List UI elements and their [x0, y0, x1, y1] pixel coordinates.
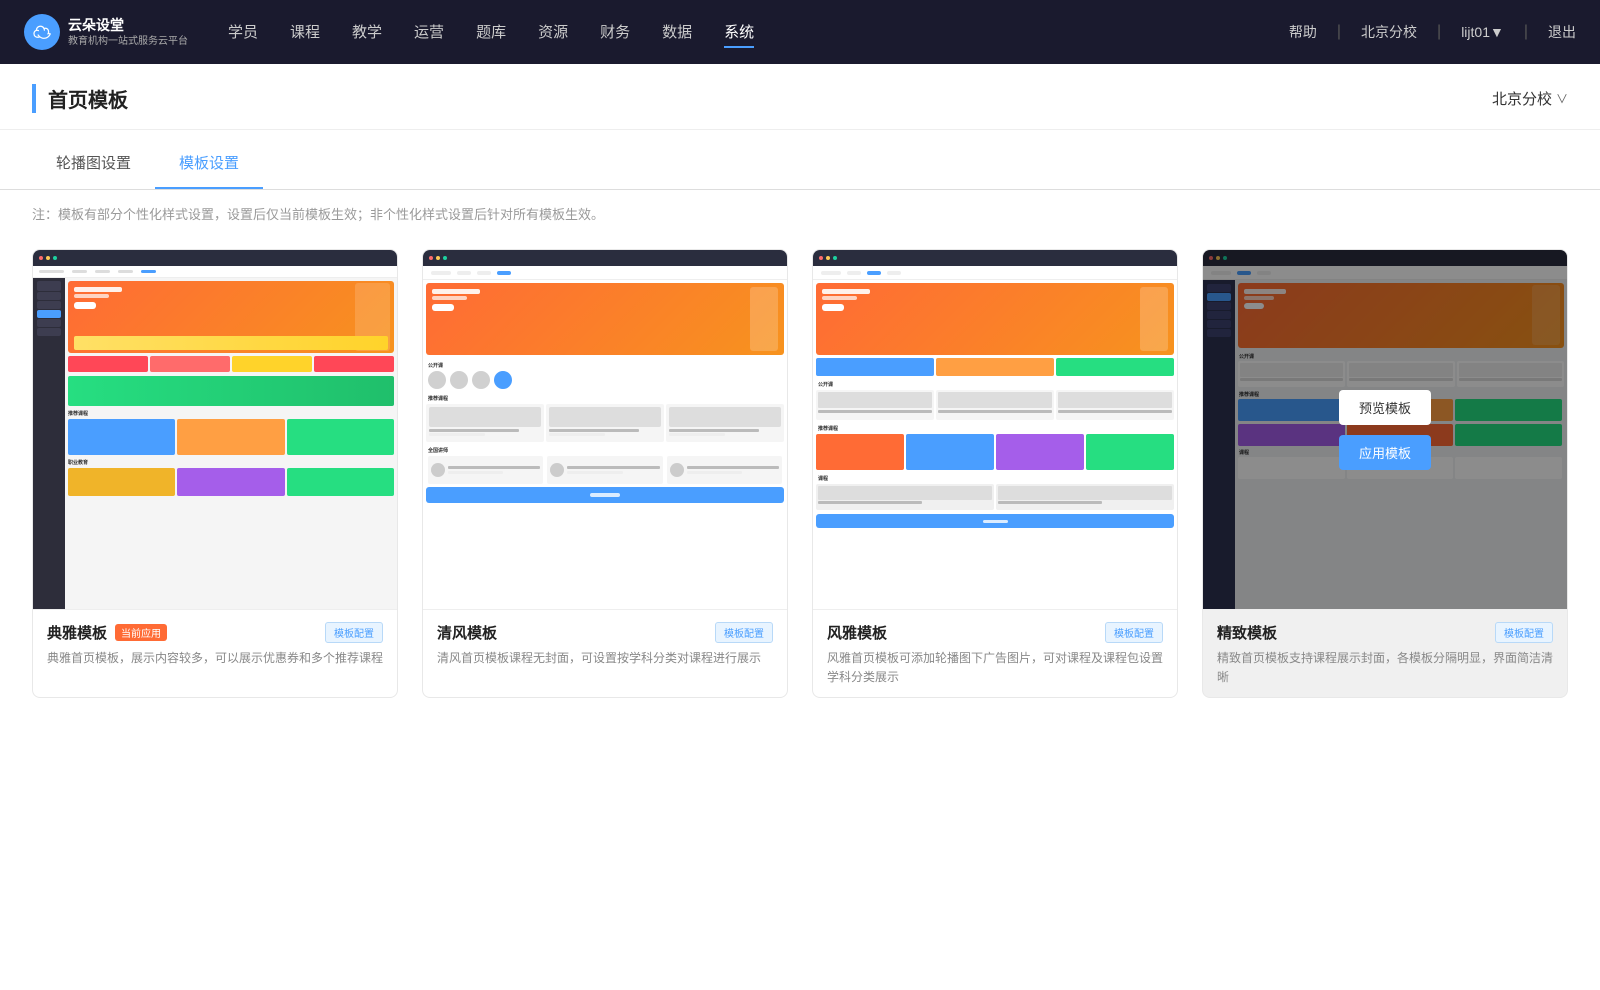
preview-btn-qingfeng[interactable]: 预览模板: [559, 390, 651, 425]
preview-btn-fengya[interactable]: 预览模板: [949, 390, 1041, 425]
template-footer-qingfeng: 清风模板 模板配置 清风首页模板课程无封面，可设置按学科分类对课程进行展示: [423, 610, 787, 678]
notice-text: 注：模板有部分个性化样式设置，设置后仅当前模板生效；非个性化样式设置后针对所有模…: [0, 190, 1600, 237]
nav-item-finance[interactable]: 财务: [600, 17, 630, 48]
logo-line1: 云朵设堂: [68, 16, 188, 34]
nav-item-courses[interactable]: 课程: [290, 17, 320, 48]
template-card-dianyan: 推荐课程 职业教育: [32, 249, 398, 698]
template-name-dianyan: 典雅模板: [47, 622, 107, 643]
template-card-fengya: 公开课: [812, 249, 1178, 698]
template-card-qingfeng: 公开课 推荐课程: [422, 249, 788, 698]
tab-template[interactable]: 模板设置: [155, 138, 263, 189]
template-preview-jingzhi: 公开课: [1203, 250, 1567, 610]
tab-bar: 轮播图设置 模板设置: [0, 138, 1600, 190]
apply-btn-dianyan[interactable]: 应用模板: [169, 435, 261, 470]
template-overlay-jingzhi: 预览模板 应用模板: [1203, 250, 1567, 609]
badge-config-fengya[interactable]: 模板配置: [1105, 622, 1163, 643]
preview-btn-dianyan[interactable]: 预览模板: [169, 390, 261, 425]
nav-item-system[interactable]: 系统: [724, 17, 754, 48]
nav-branch[interactable]: 北京分校: [1361, 22, 1417, 42]
badge-current-dianyan: 当前应用: [115, 624, 167, 641]
nav-item-data[interactable]: 数据: [662, 17, 692, 48]
template-desc-dianyan: 典雅首页模板，展示内容较多，可以展示优惠券和多个推荐课程: [47, 649, 383, 668]
nav-item-teaching[interactable]: 教学: [352, 17, 382, 48]
logo-line2: 教育机构一站式服务云平台: [68, 35, 188, 48]
template-name-fengya: 风雅模板: [827, 622, 887, 643]
template-desc-jingzhi: 精致首页模板支持课程展示封面，各模板分隔明显，界面简洁清晰: [1217, 649, 1553, 687]
template-footer-dianyan: 典雅模板 当前应用 模板配置 典雅首页模板，展示内容较多，可以展示优惠券和多个推…: [33, 610, 397, 678]
template-footer-fengya: 风雅模板 模板配置 风雅首页模板可添加轮播图下广告图片，可对课程及课程包设置学科…: [813, 610, 1177, 697]
nav-logout[interactable]: 退出: [1548, 22, 1576, 42]
apply-btn-fengya[interactable]: 应用模板: [949, 435, 1041, 470]
template-desc-fengya: 风雅首页模板可添加轮播图下广告图片，可对课程及课程包设置学科分类展示: [827, 649, 1163, 687]
template-name-row-jingzhi: 精致模板 模板配置: [1217, 622, 1553, 643]
nav-item-questions[interactable]: 题库: [476, 17, 506, 48]
template-name-qingfeng: 清风模板: [437, 622, 497, 643]
page-header: 首页模板 北京分校 ∨: [0, 64, 1600, 130]
logo-text: 云朵设堂 教育机构一站式服务云平台: [68, 16, 188, 47]
templates-grid: 推荐课程 职业教育: [0, 237, 1600, 738]
main-page: 首页模板 北京分校 ∨ 轮播图设置 模板设置 注：模板有部分个性化样式设置，设置…: [0, 64, 1600, 990]
badge-config-qingfeng[interactable]: 模板配置: [715, 622, 773, 643]
apply-btn-qingfeng[interactable]: 应用模板: [559, 435, 651, 470]
template-card-jingzhi: 公开课: [1202, 249, 1568, 698]
page-title: 首页模板: [32, 84, 128, 113]
nav-item-resources[interactable]: 资源: [538, 17, 568, 48]
template-name-row-dianyan: 典雅模板 当前应用 模板配置: [47, 622, 383, 643]
template-footer-jingzhi: 精致模板 模板配置 精致首页模板支持课程展示封面，各模板分隔明显，界面简洁清晰: [1203, 610, 1567, 697]
preview-btn-jingzhi[interactable]: 预览模板: [1339, 390, 1431, 425]
template-name-jingzhi: 精致模板: [1217, 622, 1277, 643]
template-preview-qingfeng: 公开课 推荐课程: [423, 250, 787, 610]
template-desc-qingfeng: 清风首页模板课程无封面，可设置按学科分类对课程进行展示: [437, 649, 773, 668]
badge-config-jingzhi[interactable]: 模板配置: [1495, 622, 1553, 643]
badge-config-dianyan[interactable]: 模板配置: [325, 622, 383, 643]
logo-icon: ☁: [24, 14, 60, 50]
nav-item-operations[interactable]: 运营: [414, 17, 444, 48]
branch-selector[interactable]: 北京分校 ∨: [1492, 88, 1568, 109]
template-name-row-fengya: 风雅模板 模板配置: [827, 622, 1163, 643]
nav-menu: 学员 课程 教学 运营 题库 资源 财务 数据 系统: [228, 17, 1289, 48]
nav-help[interactable]: 帮助: [1289, 22, 1317, 42]
main-nav: ☁ 云朵设堂 教育机构一站式服务云平台 学员 课程 教学 运营 题库 资源 财务…: [0, 0, 1600, 64]
nav-item-students[interactable]: 学员: [228, 17, 258, 48]
nav-right: 帮助 | 北京分校 | lijt01▼ | 退出: [1289, 22, 1576, 42]
template-name-row-qingfeng: 清风模板 模板配置: [437, 622, 773, 643]
nav-user[interactable]: lijt01▼: [1461, 24, 1504, 40]
tab-carousel[interactable]: 轮播图设置: [32, 138, 155, 189]
apply-btn-jingzhi[interactable]: 应用模板: [1339, 435, 1431, 470]
template-preview-dianyan: 推荐课程 职业教育: [33, 250, 397, 610]
branch-label: 北京分校: [1492, 88, 1552, 109]
logo: ☁ 云朵设堂 教育机构一站式服务云平台: [24, 14, 188, 50]
template-preview-fengya: 公开课: [813, 250, 1177, 610]
chevron-down-icon: ∨: [1556, 90, 1568, 107]
